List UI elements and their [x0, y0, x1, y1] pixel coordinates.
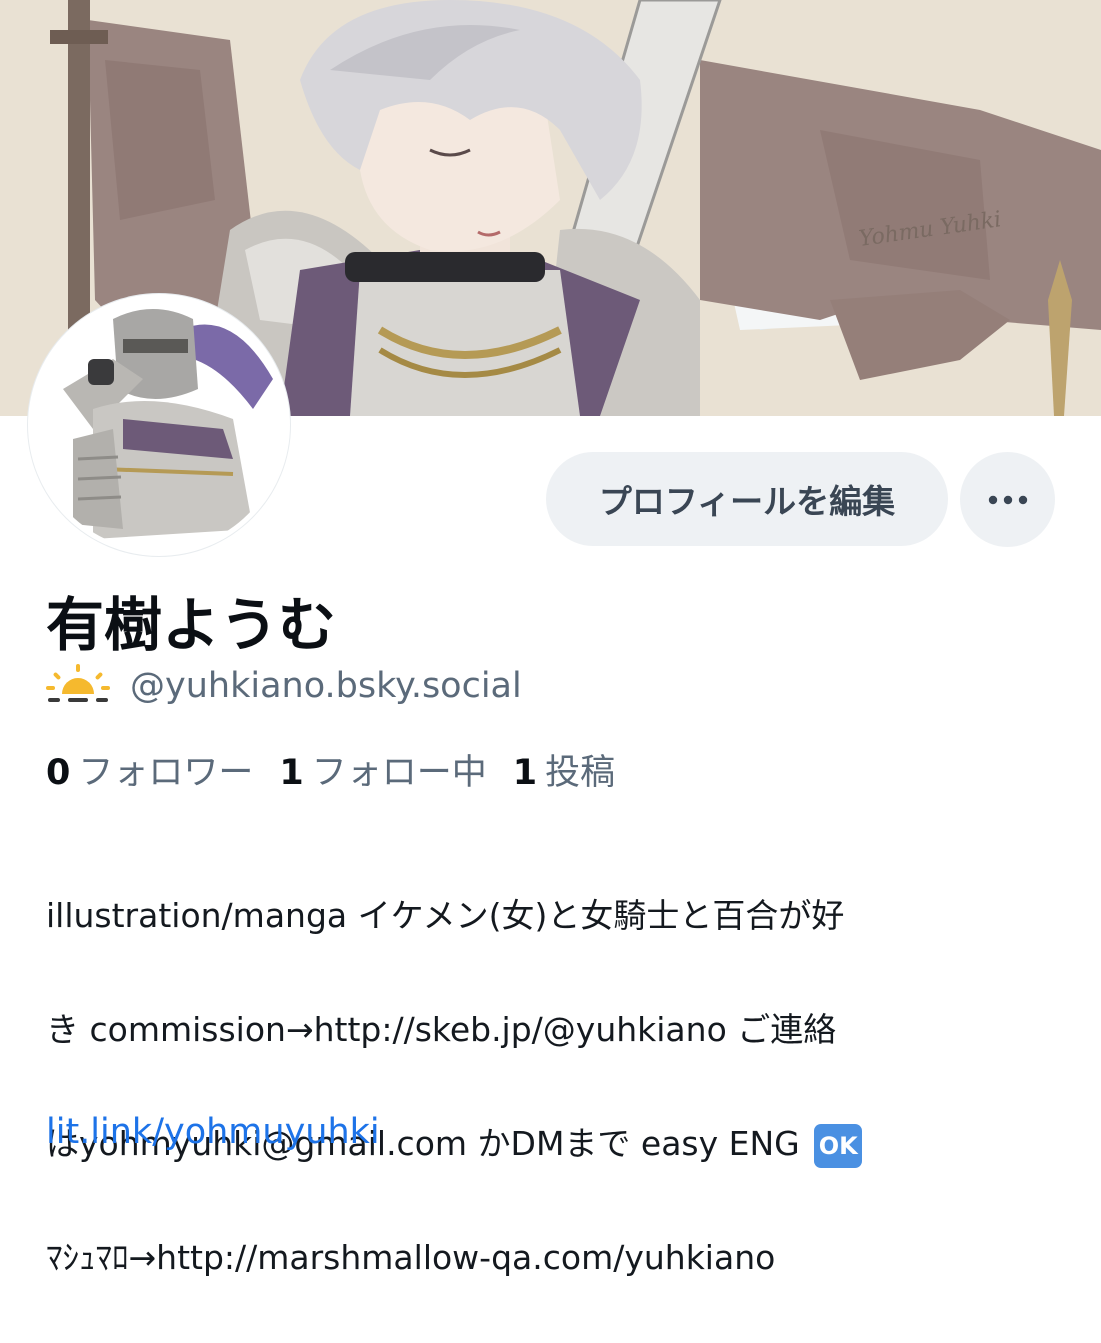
bio-line: illustration/manga イケメン(女)と女騎士と百合が好	[46, 896, 845, 935]
following-label: フォロー中	[311, 753, 487, 793]
bio-line: き commission→http://skeb.jp/@yuhkiano ご連…	[46, 1010, 837, 1049]
followers-label: フォロワー	[78, 753, 254, 793]
following-stat[interactable]: 1 フォロー中	[279, 744, 486, 795]
more-options-button[interactable]	[960, 452, 1055, 547]
display-name: 有樹ようむ	[46, 591, 337, 659]
profile-stats: 0 フォロワー 1 フォロー中 1 投稿	[46, 744, 641, 795]
following-count: 1	[279, 753, 304, 793]
profile-bio: illustration/manga イケメン(女)と女騎士と百合が好 き co…	[46, 830, 1056, 1343]
edit-profile-button[interactable]: プロフィールを編集	[546, 452, 948, 546]
knight-avatar-illustration	[33, 299, 285, 551]
profile-avatar[interactable]	[28, 294, 290, 556]
posts-count: 1	[512, 753, 538, 793]
ellipsis-icon	[988, 495, 1027, 504]
sun-behind-horizon-icon	[46, 664, 110, 702]
followers-count: 0	[46, 753, 71, 793]
ok-button-emoji-icon: OK	[814, 1123, 863, 1168]
posts-stat: 1 投稿	[513, 744, 615, 795]
profile-website-link[interactable]: lit.link/yohmuyuhki	[46, 1112, 380, 1152]
posts-label: 投稿	[545, 753, 616, 793]
followers-stat[interactable]: 0 フォロワー	[46, 744, 253, 795]
bio-line: ﾏｼｭﾏﾛ→http://marshmallow-qa.com/yuhkiano	[46, 1238, 776, 1277]
handle-row: @yuhkiano.bsky.social	[46, 660, 522, 712]
profile-handle: @yuhkiano.bsky.social	[130, 666, 522, 706]
